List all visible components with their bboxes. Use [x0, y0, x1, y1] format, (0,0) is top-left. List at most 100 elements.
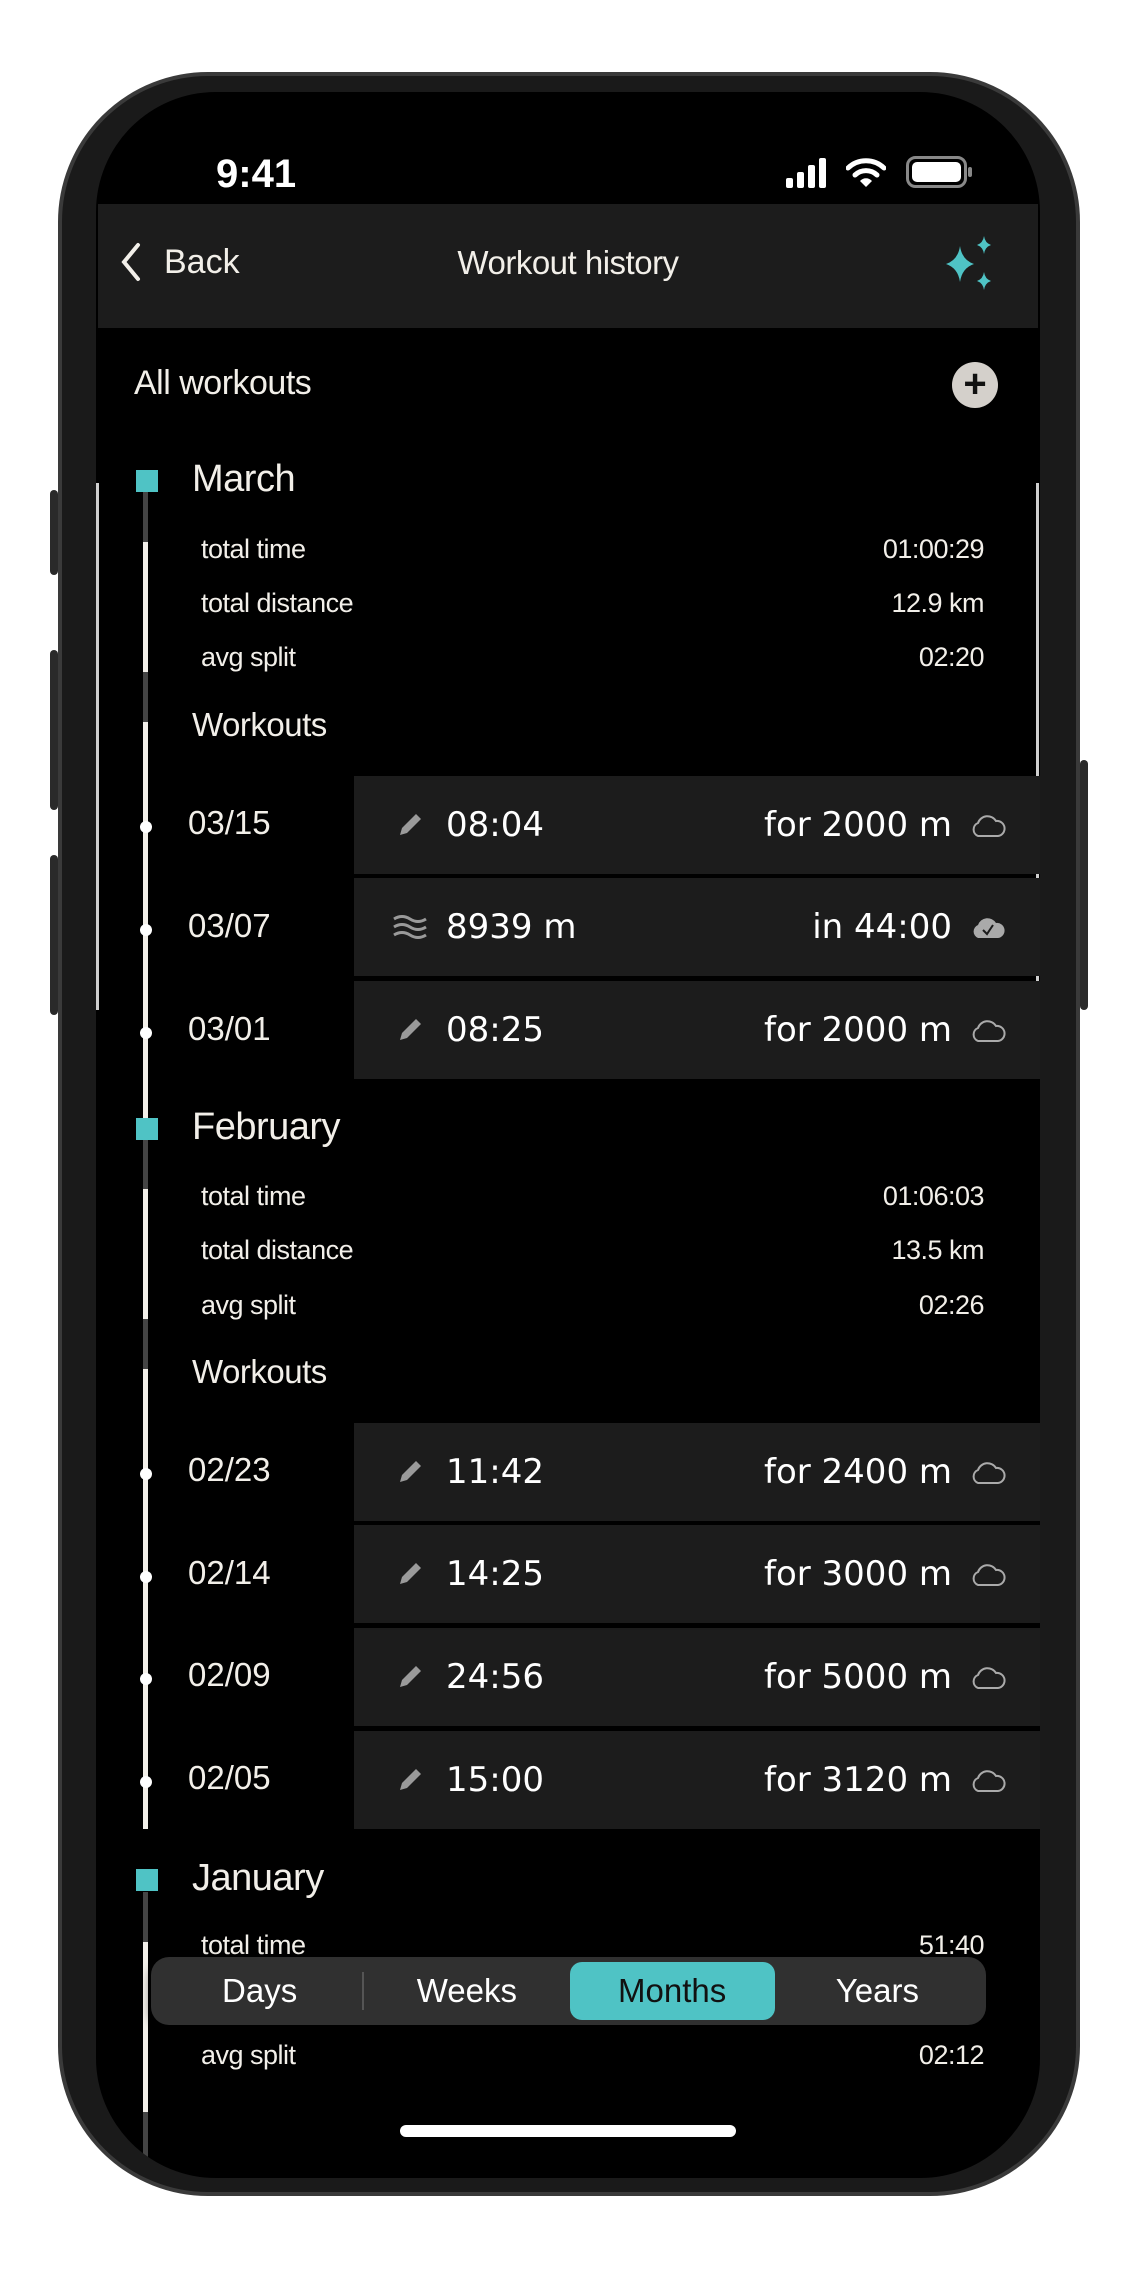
- cloud-outline-icon: [970, 1459, 1006, 1485]
- timeline-line: [143, 722, 148, 1182]
- pencil-icon: [390, 1663, 430, 1691]
- stat-label: total time: [201, 1181, 306, 1211]
- page-title: Workout history: [457, 244, 679, 281]
- month-marker: [136, 1869, 158, 1891]
- stat-value: 02:12: [918, 2040, 985, 2070]
- cloud-outline-icon: [970, 1664, 1006, 1690]
- section-title: All workouts: [134, 364, 312, 402]
- workout-row[interactable]: 11:42 for 2400 m: [354, 1423, 1040, 1521]
- workout-row[interactable]: 14:25 for 3000 m: [354, 1525, 1040, 1623]
- stat-value: 02:20: [918, 642, 985, 672]
- pencil-icon: [390, 1560, 430, 1588]
- workout-secondary: in 44:00: [812, 907, 952, 947]
- segment-months[interactable]: Months: [569, 1962, 775, 2020]
- segment-days[interactable]: Days: [157, 1962, 362, 2020]
- stat-value: 01:06:03: [882, 1181, 985, 1211]
- workout-row[interactable]: 08:25 for 2000 m: [354, 981, 1040, 1079]
- stat-value: 01:00:29: [882, 534, 985, 564]
- workout-date: 02/14: [188, 1554, 271, 1591]
- segment-years[interactable]: Years: [775, 1962, 980, 2020]
- stat-label: avg split: [201, 642, 296, 672]
- workout-row[interactable]: 08:04 for 2000 m: [354, 776, 1040, 874]
- workout-date: 02/23: [188, 1451, 271, 1488]
- period-segmented-control: Days Weeks Months Years: [151, 1957, 986, 2025]
- workout-main: 08:25: [446, 1010, 544, 1050]
- stat-value: 13.5 km: [891, 1235, 984, 1265]
- workout-secondary: for 5000 m: [763, 1657, 952, 1697]
- workout-date: 03/01: [188, 1010, 271, 1047]
- screen: 9:41 Back Workout history All workouts +…: [96, 92, 1040, 2178]
- scroll-indicator-left: [96, 483, 99, 1010]
- month-title: January: [192, 1857, 324, 1899]
- status-time: 9:41: [216, 152, 297, 196]
- nav-bar: Back Workout history: [98, 204, 1038, 328]
- cloud-outline-icon: [970, 1017, 1006, 1043]
- workout-row[interactable]: 15:00 for 3120 m: [354, 1731, 1040, 1829]
- segment-weeks[interactable]: Weeks: [364, 1962, 569, 2020]
- timeline-dot: [140, 1027, 152, 1039]
- workout-row[interactable]: 24:56 for 5000 m: [354, 1628, 1040, 1726]
- workout-row[interactable]: 8939 m in 44:00: [354, 878, 1040, 976]
- workout-main: 24:56: [446, 1657, 544, 1697]
- stat-value: 12.9 km: [891, 588, 984, 618]
- workouts-label: Workouts: [192, 706, 327, 743]
- workout-secondary: for 2000 m: [763, 805, 952, 845]
- workout-main: 15:00: [446, 1760, 544, 1800]
- workout-date: 03/07: [188, 907, 271, 944]
- timeline-line: [143, 672, 148, 722]
- timeline-dot: [140, 1468, 152, 1480]
- pencil-icon: [390, 1016, 430, 1044]
- home-indicator[interactable]: [400, 2125, 736, 2137]
- month-marker: [136, 470, 158, 492]
- workout-main: 08:04: [446, 805, 544, 845]
- waves-icon: [390, 914, 430, 940]
- timeline-dot: [140, 821, 152, 833]
- workout-secondary: for 3000 m: [763, 1554, 952, 1594]
- cloud-check-icon: [970, 914, 1006, 940]
- pencil-icon: [390, 1458, 430, 1486]
- timeline-line: [143, 1942, 148, 2112]
- volume-up-button: [50, 650, 58, 810]
- sparkles-icon[interactable]: [938, 234, 998, 294]
- timeline-line: [143, 492, 148, 542]
- plus-icon: +: [963, 362, 987, 406]
- pencil-icon: [390, 1766, 430, 1794]
- add-workout-button[interactable]: +: [952, 362, 998, 408]
- timeline-dot: [140, 1571, 152, 1583]
- mute-switch: [50, 490, 58, 575]
- month-marker: [136, 1118, 158, 1140]
- wifi-icon: [846, 158, 886, 187]
- workout-main: 11:42: [446, 1452, 544, 1492]
- stat-label: avg split: [201, 1290, 296, 1320]
- timeline-dot: [140, 924, 152, 936]
- timeline-line: [143, 2112, 148, 2178]
- stat-label: total time: [201, 534, 306, 564]
- power-button: [1080, 760, 1088, 1010]
- battery-icon: [906, 156, 972, 188]
- timeline-line: [143, 1369, 148, 1829]
- timeline-line: [143, 1139, 148, 1189]
- signal-icon: [786, 158, 826, 188]
- cloud-outline-icon: [970, 1767, 1006, 1793]
- workout-date: 02/09: [188, 1656, 271, 1693]
- timeline-line: [143, 1892, 148, 1942]
- workout-main: 14:25: [446, 1554, 544, 1594]
- timeline-dot: [140, 1776, 152, 1788]
- month-title: March: [192, 458, 296, 500]
- workout-secondary: for 3120 m: [763, 1760, 952, 1800]
- workout-secondary: for 2000 m: [763, 1010, 952, 1050]
- workout-secondary: for 2400 m: [763, 1452, 952, 1492]
- volume-down-button: [50, 855, 58, 1015]
- timeline-dot: [140, 1673, 152, 1685]
- stat-label: avg split: [201, 2040, 296, 2070]
- workouts-label: Workouts: [192, 1353, 327, 1390]
- stat-value: 02:26: [918, 1290, 985, 1320]
- workout-date: 03/15: [188, 804, 271, 841]
- stat-label: total distance: [201, 588, 354, 618]
- timeline-line: [143, 1189, 148, 1319]
- workout-date: 02/05: [188, 1759, 271, 1796]
- cloud-outline-icon: [970, 812, 1006, 838]
- timeline-line: [143, 542, 148, 672]
- cloud-outline-icon: [970, 1561, 1006, 1587]
- stat-label: total distance: [201, 1235, 354, 1265]
